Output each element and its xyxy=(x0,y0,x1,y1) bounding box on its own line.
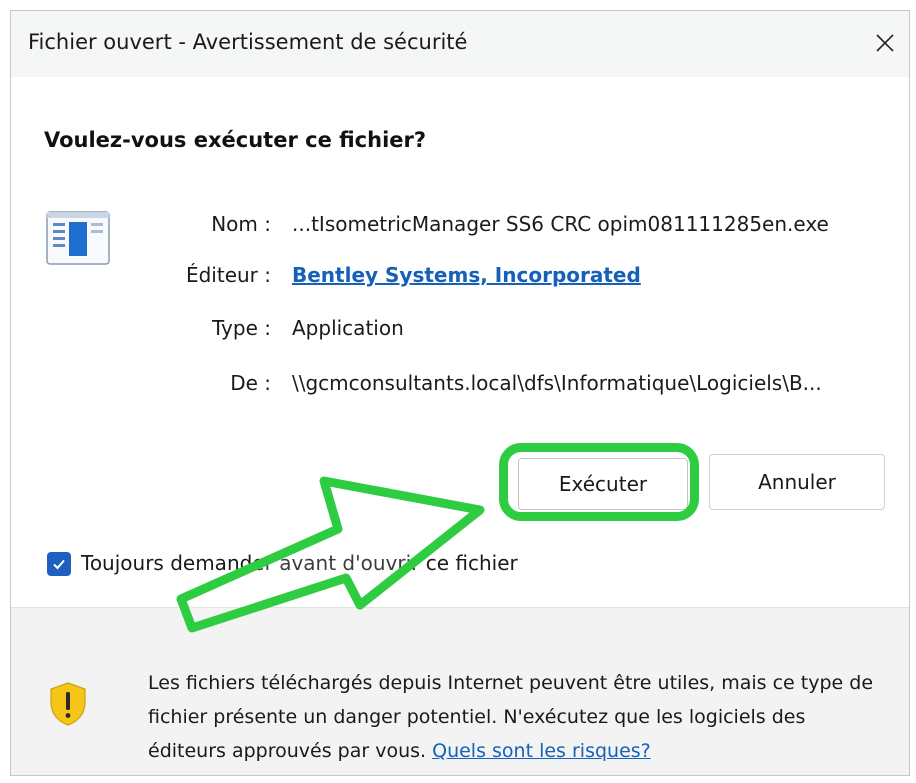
warning-shield-icon xyxy=(50,682,86,726)
run-button[interactable]: Exécuter xyxy=(518,458,688,510)
window-title: Fichier ouvert - Avertissement de sécuri… xyxy=(28,30,468,54)
checkmark-icon xyxy=(53,559,65,570)
cancel-button[interactable]: Annuler xyxy=(709,454,885,510)
file-type-label: Type : xyxy=(211,316,271,340)
title-bar: Fichier ouvert - Avertissement de sécuri… xyxy=(11,11,909,77)
close-icon xyxy=(876,34,894,52)
publisher-label: Éditeur : xyxy=(185,263,271,287)
file-name-label: Nom : xyxy=(211,212,271,236)
security-warning-dialog: Fichier ouvert - Avertissement de sécuri… xyxy=(10,10,910,776)
warning-message: Les fichiers téléchargés depuis Internet… xyxy=(148,666,888,768)
run-button-label: Exécuter xyxy=(558,472,648,496)
always-ask-checkbox[interactable] xyxy=(47,552,71,576)
risks-link[interactable]: Quels sont les risques? xyxy=(432,740,651,762)
file-name-value: ...tIsometricManager SS6 CRC opim0811112… xyxy=(292,212,829,236)
file-source-label: De : xyxy=(230,371,271,395)
cancel-button-label: Annuler xyxy=(758,470,836,494)
file-type-value: Application xyxy=(292,316,404,340)
always-ask-label[interactable]: Toujours demander avant d'ouvrir ce fich… xyxy=(81,551,518,575)
close-button[interactable] xyxy=(867,23,903,63)
dialog-question: Voulez-vous exécuter ce fichier? xyxy=(44,128,427,152)
file-source-value: \\gcmconsultants.local\dfs\Informatique\… xyxy=(292,371,822,395)
publisher-link[interactable]: Bentley Systems, Incorporated xyxy=(292,263,641,287)
